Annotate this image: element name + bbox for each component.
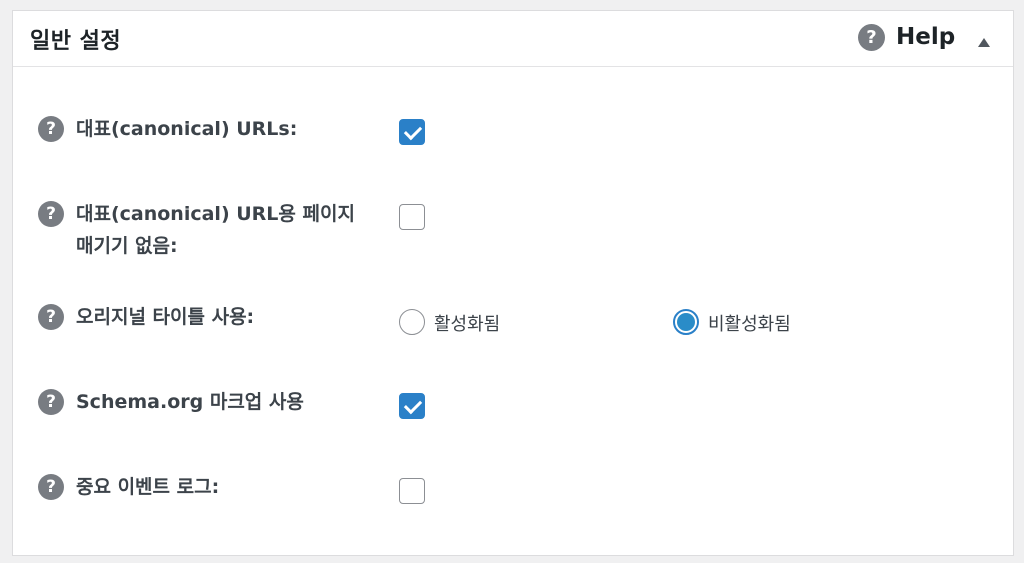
panel-header: 일반 설정 ? Help	[13, 11, 1013, 67]
canonical-pagination-checkbox[interactable]	[399, 204, 425, 230]
event-log-checkbox[interactable]	[399, 478, 425, 504]
original-title-help-icon[interactable]: ?	[38, 304, 64, 330]
triangle-up-icon[interactable]	[972, 33, 996, 53]
canonical-urls-checkbox[interactable]	[399, 119, 425, 145]
canonical-urls-help-icon[interactable]: ?	[38, 116, 64, 142]
canonical-urls-label: 대표(canonical) URLs:	[76, 118, 298, 140]
panel-title: 일반 설정	[30, 29, 122, 54]
schema-markup-help-icon[interactable]: ?	[38, 389, 64, 415]
help-question-icon[interactable]: ?	[858, 24, 885, 51]
general-settings-panel: 일반 설정 ? Help ? 대표(canonical) URLs: ? 대표(…	[12, 10, 1014, 556]
original-title-label: 오리지널 타이틀 사용:	[76, 306, 255, 328]
original-title-disabled-radio[interactable]	[673, 309, 699, 335]
original-title-enabled-radio[interactable]	[399, 309, 425, 335]
original-title-enabled-label[interactable]: 활성화됨	[434, 310, 500, 336]
event-log-label: 중요 이벤트 로그:	[76, 476, 220, 498]
schema-markup-label: Schema.org 마크업 사용	[76, 391, 304, 413]
event-log-help-icon[interactable]: ?	[38, 474, 64, 500]
original-title-disabled-label[interactable]: 비활성화됨	[708, 310, 791, 336]
canonical-pagination-label: 대표(canonical) URL용 페이지 매기기 없음:	[76, 203, 355, 257]
help-button[interactable]: Help	[896, 24, 955, 50]
schema-markup-checkbox[interactable]	[399, 393, 425, 419]
canonical-pagination-help-icon[interactable]: ?	[38, 201, 64, 227]
